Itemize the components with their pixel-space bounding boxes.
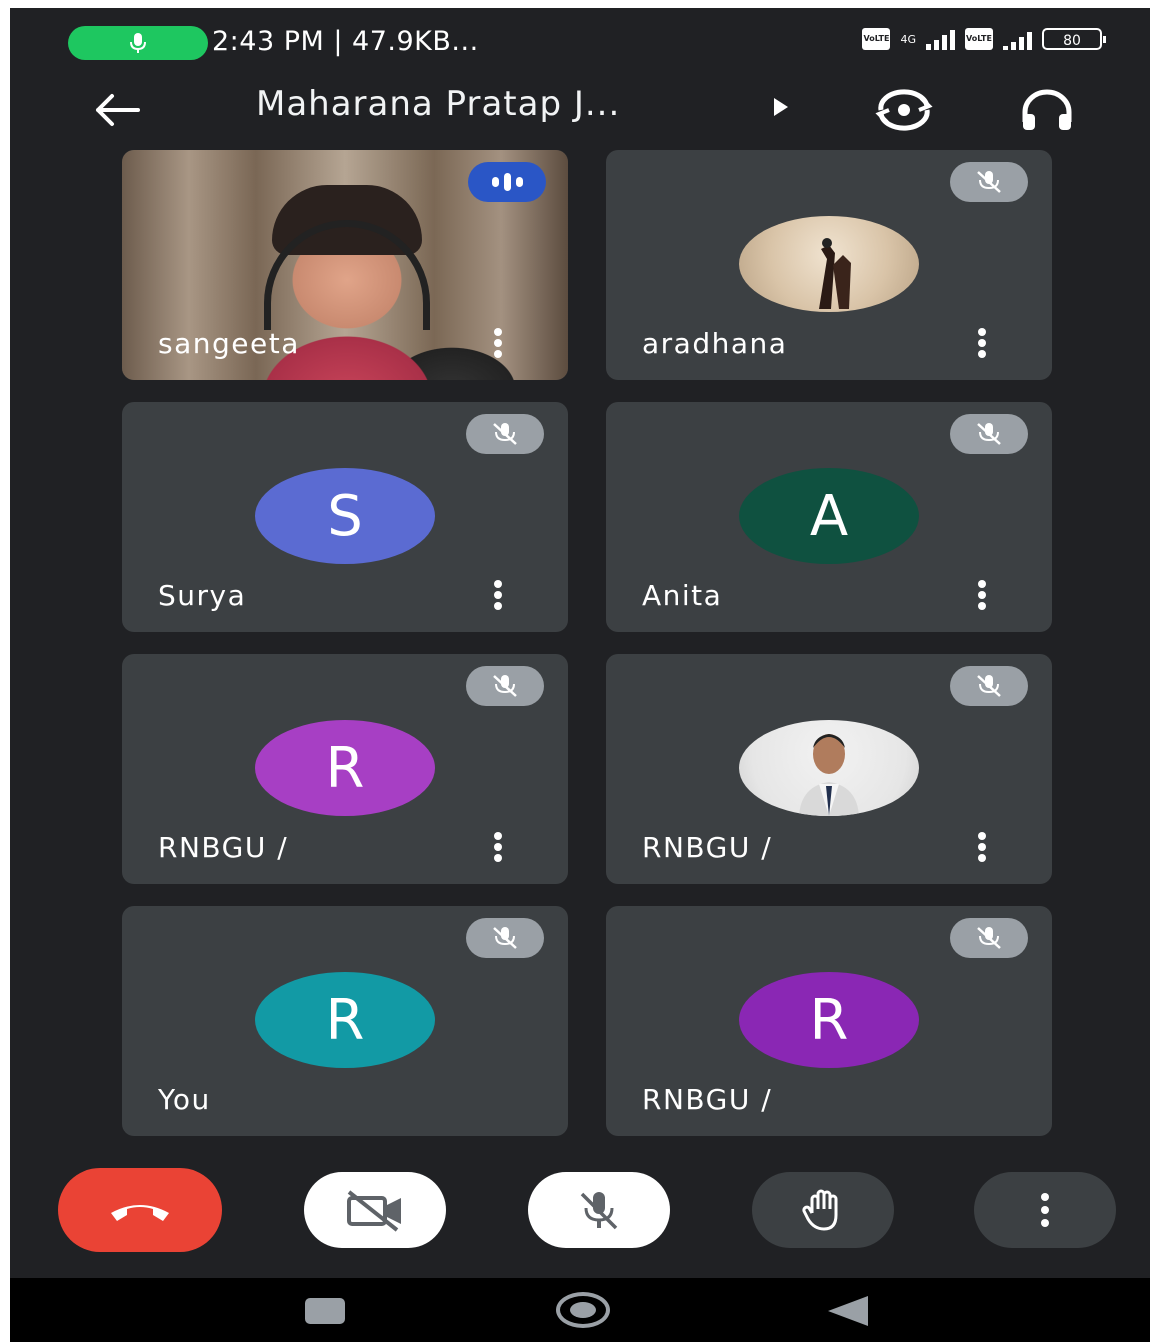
network-type: 4G	[900, 34, 916, 45]
switch-camera-button[interactable]	[872, 82, 936, 138]
participant-tile-you[interactable]: R You	[122, 906, 568, 1136]
participant-options-button[interactable]	[490, 832, 506, 862]
participant-tile-rnbgu-3[interactable]: R RNBGU /	[606, 906, 1052, 1136]
recents-button[interactable]	[305, 1298, 345, 1324]
participant-name: You	[158, 1083, 211, 1116]
mic-off-icon	[950, 162, 1028, 202]
participant-tile-rnbgu-2[interactable]: RNBGU /	[606, 654, 1052, 884]
participant-tile-sangeeta[interactable]: sangeeta	[122, 150, 568, 380]
camera-toggle-button[interactable]	[304, 1172, 446, 1248]
participant-name: Anita	[642, 579, 723, 612]
meeting-header: Maharana Pratap J...	[10, 70, 1150, 150]
speaking-indicator-icon	[468, 162, 546, 202]
participant-options-button[interactable]	[974, 580, 990, 610]
participant-options-button[interactable]	[974, 328, 990, 358]
mic-off-icon	[950, 414, 1028, 454]
call-controls	[10, 1158, 1150, 1268]
mic-off-icon	[466, 414, 544, 454]
active-mic-indicator[interactable]	[68, 26, 208, 60]
home-icon	[570, 1302, 596, 1318]
participant-name: RNBGU /	[642, 1083, 773, 1116]
status-bar: 2:43 PM | 47.9KB... VoLTE 4G VoLTE 80	[10, 8, 1150, 70]
phone-hangup-icon	[111, 1205, 169, 1221]
mic-off-icon	[950, 918, 1028, 958]
participant-tile-aradhana[interactable]: aradhana	[606, 150, 1052, 380]
participant-options-button[interactable]	[974, 832, 990, 862]
participant-avatar-initial: R	[255, 972, 435, 1068]
person-photo-icon	[799, 734, 859, 816]
participant-avatar-photo	[739, 216, 919, 312]
home-button[interactable]	[556, 1292, 610, 1328]
microphone-icon	[130, 33, 146, 53]
raise-hand-button[interactable]	[752, 1172, 894, 1248]
participant-name: RNBGU /	[642, 831, 773, 864]
mic-off-icon	[466, 666, 544, 706]
phone-screen: 2:43 PM | 47.9KB... VoLTE 4G VoLTE 80 Ma…	[10, 8, 1150, 1342]
volte-icon-2: VoLTE	[965, 28, 993, 50]
participant-avatar-initial: R	[255, 720, 435, 816]
camera-off-icon	[347, 1190, 401, 1232]
end-call-button[interactable]	[58, 1168, 222, 1252]
hands-photo-icon	[819, 238, 851, 309]
signal-icon	[926, 28, 955, 50]
mic-off-icon	[466, 918, 544, 958]
participant-tile-rnbgu-1[interactable]: R RNBGU /	[122, 654, 568, 884]
status-icons: VoLTE 4G VoLTE 80	[862, 28, 1106, 50]
participant-name: Surya	[158, 579, 247, 612]
more-options-button[interactable]	[974, 1172, 1116, 1248]
more-vert-icon	[1041, 1193, 1049, 1227]
participant-avatar-initial: A	[739, 468, 919, 564]
chevron-right-icon[interactable]	[774, 98, 788, 116]
participant-tile-anita[interactable]: A Anita	[606, 402, 1052, 632]
system-nav-bar	[10, 1278, 1150, 1342]
hand-icon	[802, 1189, 838, 1231]
participant-avatar-initial: R	[739, 972, 919, 1068]
meeting-title[interactable]: Maharana Pratap J...	[256, 84, 620, 124]
participant-tile-surya[interactable]: S Surya	[122, 402, 568, 632]
participant-options-button[interactable]	[490, 580, 506, 610]
participant-name: sangeeta	[158, 327, 300, 360]
participant-avatar-initial: S	[255, 468, 435, 564]
headphones-icon	[1022, 89, 1072, 130]
participant-options-button[interactable]	[490, 328, 506, 358]
status-time-data: 2:43 PM | 47.9KB...	[212, 26, 479, 57]
mic-toggle-button[interactable]	[528, 1172, 670, 1248]
arrow-left-icon	[96, 94, 140, 126]
volte-icon: VoLTE	[862, 28, 891, 50]
participant-avatar-photo	[739, 720, 919, 816]
signal-icon-2	[1003, 28, 1032, 50]
audio-output-button[interactable]	[1015, 82, 1079, 138]
mic-off-icon	[950, 666, 1028, 706]
mic-off-icon	[580, 1192, 618, 1230]
nav-back-button[interactable]	[828, 1296, 868, 1326]
participant-name: RNBGU /	[158, 831, 289, 864]
battery-icon: 80	[1042, 28, 1106, 50]
network-label: 4G	[900, 32, 916, 46]
back-button[interactable]	[88, 82, 144, 138]
participant-name: aradhana	[642, 327, 788, 360]
switch-camera-icon	[875, 89, 933, 131]
